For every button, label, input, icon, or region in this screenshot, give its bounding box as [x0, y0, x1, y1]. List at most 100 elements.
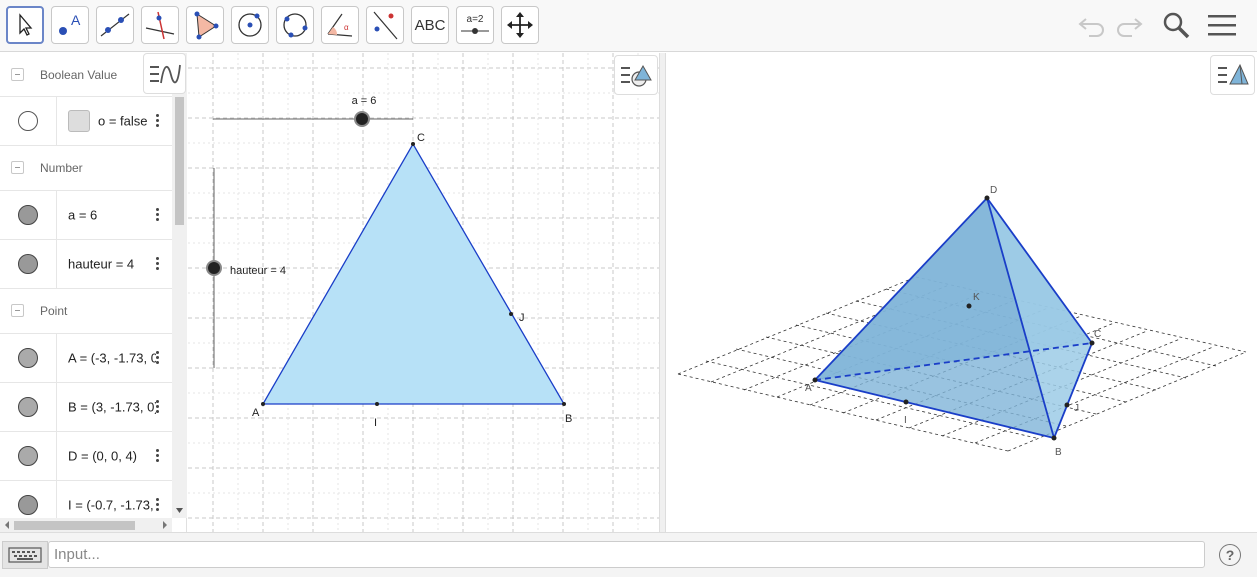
style-bar-graphics-icon	[621, 64, 652, 87]
reflect-line-icon	[373, 11, 398, 40]
move-tool-button[interactable]	[6, 6, 44, 44]
main-menu-button[interactable]	[1205, 8, 1239, 42]
point-J[interactable]	[509, 312, 513, 316]
algebra-expression[interactable]: A = (-3, -1.73, 0)	[68, 351, 156, 366]
label-I: I	[374, 417, 377, 429]
collapse-icon[interactable]	[11, 161, 24, 174]
graphics-3d-style-bar-button[interactable]	[1210, 55, 1255, 95]
scrollbar-thumb[interactable]	[175, 97, 184, 225]
more-options-icon[interactable]	[153, 112, 161, 130]
input-help-button[interactable]: ?	[1219, 544, 1241, 566]
row-separator	[56, 383, 57, 431]
slider-hauteur-label: hauteur = 4	[230, 265, 286, 277]
visibility-toggle[interactable]	[18, 348, 38, 368]
line-tool-button[interactable]	[96, 6, 134, 44]
more-options-icon[interactable]	[153, 496, 161, 514]
triangle-ABC[interactable]	[261, 142, 566, 405]
search-button[interactable]	[1159, 8, 1193, 42]
redo-button[interactable]	[1112, 8, 1146, 42]
visibility-toggle[interactable]	[18, 205, 38, 225]
label3d-J: J	[1074, 403, 1079, 414]
visibility-toggle[interactable]	[18, 495, 38, 515]
circle-tool-button[interactable]	[231, 6, 269, 44]
algebra-expression[interactable]: B = (3, -1.73, 0)	[68, 400, 156, 415]
label3d-C: C	[1094, 329, 1101, 340]
graphics-view-3d[interactable]: A B C D I J K	[666, 53, 1257, 532]
angle-tool-button[interactable]: α	[321, 6, 359, 44]
face-ABD[interactable]	[815, 198, 1054, 438]
visibility-toggle[interactable]	[18, 446, 38, 466]
point-I[interactable]	[375, 402, 379, 406]
algebra-expression[interactable]: a = 6	[68, 208, 156, 223]
algebra-item-D[interactable]: D = (0, 0, 4)	[0, 432, 172, 481]
graphics-3d-canvas[interactable]: A B C D I J K	[666, 53, 1257, 532]
input-bar: ?	[0, 532, 1257, 577]
slider-tool-button[interactable]: a=2	[456, 6, 494, 44]
virtual-keyboard-button[interactable]	[2, 541, 48, 569]
scroll-left-arrow-icon[interactable]	[2, 518, 12, 532]
point-B[interactable]	[562, 402, 566, 406]
point3d-D[interactable]	[984, 195, 990, 201]
graphics-2d-canvas[interactable]: a = 6 hauteur = 4 A B C I J	[188, 53, 659, 532]
row-separator	[56, 191, 57, 239]
slider-a-handle[interactable]	[354, 111, 370, 127]
group-header-label: Point	[40, 304, 68, 318]
reflect-tool-button[interactable]	[366, 6, 404, 44]
point3d-K[interactable]	[966, 303, 972, 309]
text-icon: ABC	[414, 16, 446, 34]
algebra-vertical-scrollbar[interactable]	[172, 53, 187, 518]
input-field[interactable]	[48, 541, 1205, 568]
algebra-expression[interactable]: I = (-0.7, -1.73, 0)	[68, 498, 156, 513]
visibility-toggle[interactable]	[18, 111, 38, 131]
graphics-2d-style-bar-button[interactable]	[614, 55, 658, 95]
more-options-icon[interactable]	[153, 206, 161, 224]
view-divider[interactable]	[659, 53, 666, 532]
algebra-expression[interactable]: hauteur = 4	[68, 257, 156, 272]
angle-icon: α	[327, 13, 353, 37]
boolean-checkbox[interactable]	[68, 110, 90, 132]
perpendicular-line-tool-button[interactable]	[141, 6, 179, 44]
group-header-number[interactable]: Number	[0, 146, 172, 191]
scroll-right-arrow-icon[interactable]	[160, 518, 170, 532]
point3d-B[interactable]	[1051, 435, 1057, 441]
graphics-view-2d[interactable]: a = 6 hauteur = 4 A B C I J	[188, 53, 659, 532]
algebra-item-B[interactable]: B = (3, -1.73, 0)	[0, 383, 172, 432]
slider-hauteur-handle[interactable]	[206, 260, 222, 276]
style-bar-algebra-icon	[149, 64, 181, 83]
algebra-item-o[interactable]: o = false	[0, 97, 172, 146]
algebra-item-a[interactable]: a = 6	[0, 191, 172, 240]
point-A[interactable]	[261, 402, 265, 406]
point3d-A[interactable]	[812, 377, 818, 383]
arrow-cursor-icon	[19, 13, 33, 36]
point-tool-button[interactable]: A	[51, 6, 89, 44]
more-options-icon[interactable]	[153, 447, 161, 465]
group-header-point[interactable]: Point	[0, 289, 172, 334]
text-tool-button[interactable]: ABC	[411, 6, 449, 44]
scrollbar-thumb[interactable]	[14, 521, 135, 530]
move-graphics-view-tool-button[interactable]	[501, 6, 539, 44]
point3d-I[interactable]	[903, 399, 909, 405]
circle-three-points-tool-button[interactable]	[276, 6, 314, 44]
point-C[interactable]	[411, 142, 415, 146]
visibility-toggle[interactable]	[18, 254, 38, 274]
collapse-icon[interactable]	[11, 67, 24, 81]
algebra-expression[interactable]: o = false	[98, 114, 153, 129]
circle-center-point-icon	[238, 13, 262, 37]
undo-button[interactable]	[1075, 8, 1109, 42]
collapse-icon[interactable]	[11, 304, 24, 317]
more-options-icon[interactable]	[153, 255, 161, 273]
visibility-toggle[interactable]	[18, 397, 38, 417]
label-A: A	[252, 407, 260, 419]
algebra-style-bar-button[interactable]	[143, 53, 186, 94]
algebra-item-hauteur[interactable]: hauteur = 4	[0, 240, 172, 289]
more-options-icon[interactable]	[153, 398, 161, 416]
toolbar: A α ABC a=2	[0, 0, 1257, 52]
algebra-item-A[interactable]: A = (-3, -1.73, 0)	[0, 334, 172, 383]
point3d-J[interactable]	[1064, 402, 1070, 408]
polygon-tool-button[interactable]	[186, 6, 224, 44]
point3d-C[interactable]	[1089, 340, 1095, 346]
algebra-expression[interactable]: D = (0, 0, 4)	[68, 449, 156, 464]
algebra-horizontal-scrollbar[interactable]	[0, 518, 172, 532]
scroll-down-arrow-icon[interactable]	[172, 506, 187, 516]
more-options-icon[interactable]	[153, 349, 161, 367]
